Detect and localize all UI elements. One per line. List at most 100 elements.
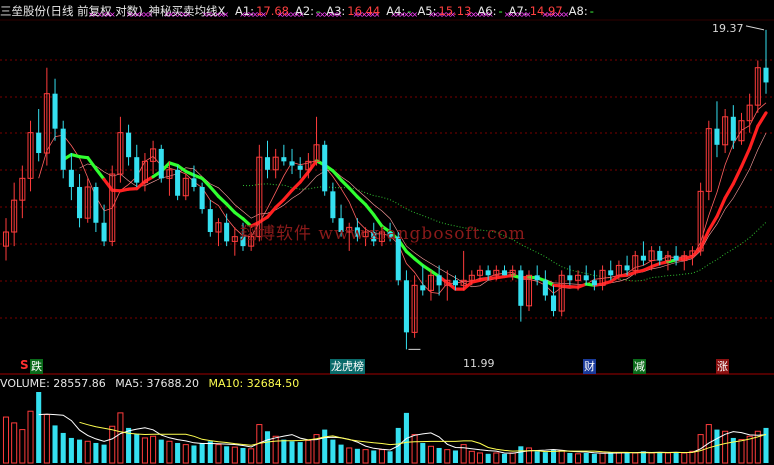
- indicator-field-value: 17.68: [256, 4, 289, 18]
- indicator-field-label: A8:: [568, 4, 588, 18]
- candle-body: [452, 280, 458, 286]
- volume-bar: [664, 452, 671, 464]
- signal-band-segment: [731, 165, 744, 186]
- candle-body: [763, 67, 769, 83]
- ma10-value: 32684.50: [246, 377, 300, 390]
- volume-bar: [93, 442, 99, 463]
- volume-bar: [608, 452, 614, 463]
- volume-bar: [468, 450, 475, 464]
- volume-bar: [117, 412, 124, 464]
- s-marker: S: [20, 358, 29, 372]
- candle-body: [191, 178, 197, 187]
- volume-bar: [689, 450, 696, 464]
- volume-bar: [281, 439, 287, 463]
- signal-band-segment: [216, 194, 229, 206]
- volume-bar: [452, 450, 458, 463]
- volume-bar: [632, 452, 639, 464]
- event-marker[interactable]: 跌: [30, 359, 43, 374]
- volume-bar: [175, 442, 181, 463]
- candle-body: [134, 157, 140, 183]
- volume-bar: [166, 440, 173, 464]
- candle-body: [501, 270, 508, 276]
- indicator-field-label: A5:: [417, 4, 437, 18]
- volume-bar: [199, 442, 205, 463]
- volume-bar: [289, 441, 295, 463]
- volume-bar: [673, 452, 679, 463]
- volume-bar: [542, 452, 548, 463]
- volume-bar: [182, 444, 189, 464]
- volume-bar: [427, 445, 434, 464]
- candle-body: [485, 270, 491, 276]
- candle-body: [93, 186, 99, 223]
- candle-body: [264, 157, 271, 170]
- candle-body: [608, 270, 614, 276]
- candle-body: [281, 157, 287, 162]
- indicator-field-value: -: [316, 4, 321, 18]
- candle-body: [673, 255, 679, 261]
- signal-band-segment: [355, 195, 368, 207]
- signal-band-segment: [723, 182, 735, 200]
- volume-bar: [264, 431, 271, 463]
- candle-body: [126, 132, 132, 158]
- volume-bar: [444, 449, 451, 464]
- volume-bar: [158, 439, 164, 463]
- volume-bar: [411, 434, 418, 464]
- volume-bar: [215, 444, 222, 464]
- volume-bar: [362, 449, 369, 464]
- indicator-field-label: A3:: [326, 4, 346, 18]
- ma5-label: MA5:: [115, 377, 144, 390]
- candle-body: [68, 169, 74, 187]
- signal-band-segment: [274, 198, 286, 210]
- signal-band-segment: [707, 214, 719, 232]
- volume-bar: [36, 392, 42, 463]
- signal-band-segment: [739, 146, 752, 169]
- volume-bar: [648, 452, 655, 464]
- candle-body: [714, 128, 720, 145]
- signal-band-segment: [265, 205, 278, 219]
- signal-band-segment: [290, 180, 302, 192]
- candle-body: [640, 255, 646, 261]
- volume-bar: [681, 452, 688, 464]
- volume-value: 28557.86: [53, 377, 106, 390]
- candle-body: [175, 169, 181, 196]
- event-marker[interactable]: 减: [633, 359, 646, 374]
- signal-band-segment: [748, 124, 760, 150]
- event-marker[interactable]: 涨: [716, 359, 729, 374]
- volume-bar: [558, 449, 565, 464]
- indicator-field-value: 16.44: [347, 4, 381, 18]
- volume-bar: [19, 429, 26, 464]
- candle-body: [36, 132, 42, 154]
- volume-bar: [141, 437, 148, 464]
- signal-band-segment: [298, 170, 310, 184]
- ma5-value: 37688.20: [146, 377, 200, 390]
- volume-bar: [52, 425, 58, 463]
- indicator-field-value: 14.97: [529, 4, 563, 18]
- candle-body: [52, 93, 58, 129]
- event-marker[interactable]: 龙虎榜: [330, 359, 365, 374]
- volume-bar: [738, 439, 745, 464]
- candle-body: [518, 270, 524, 306]
- volume-bar: [207, 441, 213, 463]
- volume-bar: [354, 448, 360, 463]
- volume-bar: [493, 452, 500, 464]
- stock-title: 三垒股份(日线 前复权 对数): [0, 4, 143, 18]
- candle-body: [542, 280, 548, 296]
- candle-body: [624, 265, 630, 271]
- low-price-label: 11.99: [463, 357, 495, 370]
- volume-bar: [330, 439, 336, 463]
- volume-bar: [248, 448, 255, 464]
- candle-body: [77, 186, 83, 219]
- indicator-field-label: A6:: [477, 4, 497, 18]
- volume-bar: [2, 416, 10, 464]
- volume-bar: [476, 452, 484, 464]
- watermark: 翔博软件 www.xiangbosoft.com: [240, 224, 526, 244]
- event-marker[interactable]: 财: [583, 359, 596, 374]
- candle-body: [567, 275, 573, 281]
- volume-bar: [224, 446, 230, 463]
- candle-body: [330, 191, 336, 219]
- candle-body: [224, 222, 230, 242]
- chart-stage: × × × × × × × × × × × × × × × × × × × × × × × × × × × × × × × × × × × × × × × ×…: [0, 0, 774, 465]
- volume-bar: [191, 445, 197, 463]
- candle-body: [436, 275, 442, 286]
- candle-body: [403, 280, 409, 333]
